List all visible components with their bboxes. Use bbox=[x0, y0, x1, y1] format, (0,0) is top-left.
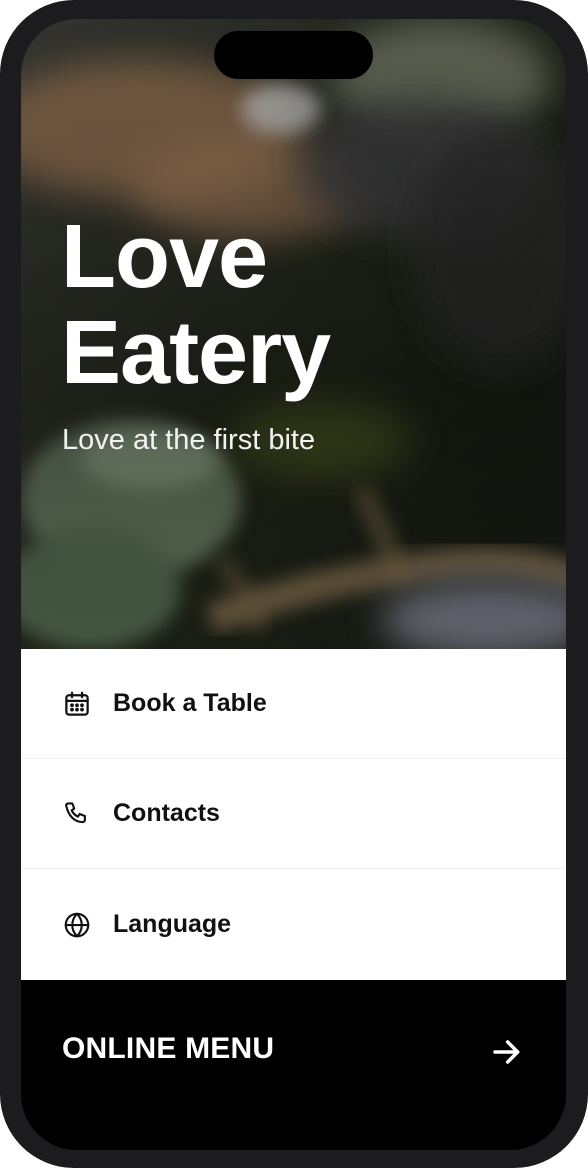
book-table-label: Book a Table bbox=[113, 689, 267, 717]
restaurant-tagline: Love at the first bite bbox=[62, 424, 316, 456]
globe-icon bbox=[61, 909, 93, 941]
online-menu-label: ONLINE MENU bbox=[62, 1032, 275, 1065]
dynamic-island bbox=[214, 31, 373, 79]
phone-frame: Love Eatery Love at the first bite Book … bbox=[0, 0, 588, 1168]
phone-icon bbox=[61, 798, 93, 830]
action-list: Book a Table Contacts Language bbox=[21, 649, 566, 980]
language-item[interactable]: Language bbox=[21, 869, 566, 980]
screen: Love Eatery Love at the first bite Book … bbox=[21, 19, 566, 1150]
online-menu-button[interactable]: ONLINE MENU bbox=[21, 980, 566, 1150]
restaurant-name: Love Eatery bbox=[61, 207, 331, 403]
arrow-right-icon bbox=[493, 1040, 520, 1064]
language-label: Language bbox=[113, 910, 232, 938]
hero-banner: Love Eatery Love at the first bite bbox=[21, 19, 566, 649]
calendar-icon bbox=[61, 688, 93, 720]
book-table-item[interactable]: Book a Table bbox=[21, 649, 566, 759]
contacts-label: Contacts bbox=[113, 799, 220, 827]
contacts-item[interactable]: Contacts bbox=[21, 759, 566, 869]
